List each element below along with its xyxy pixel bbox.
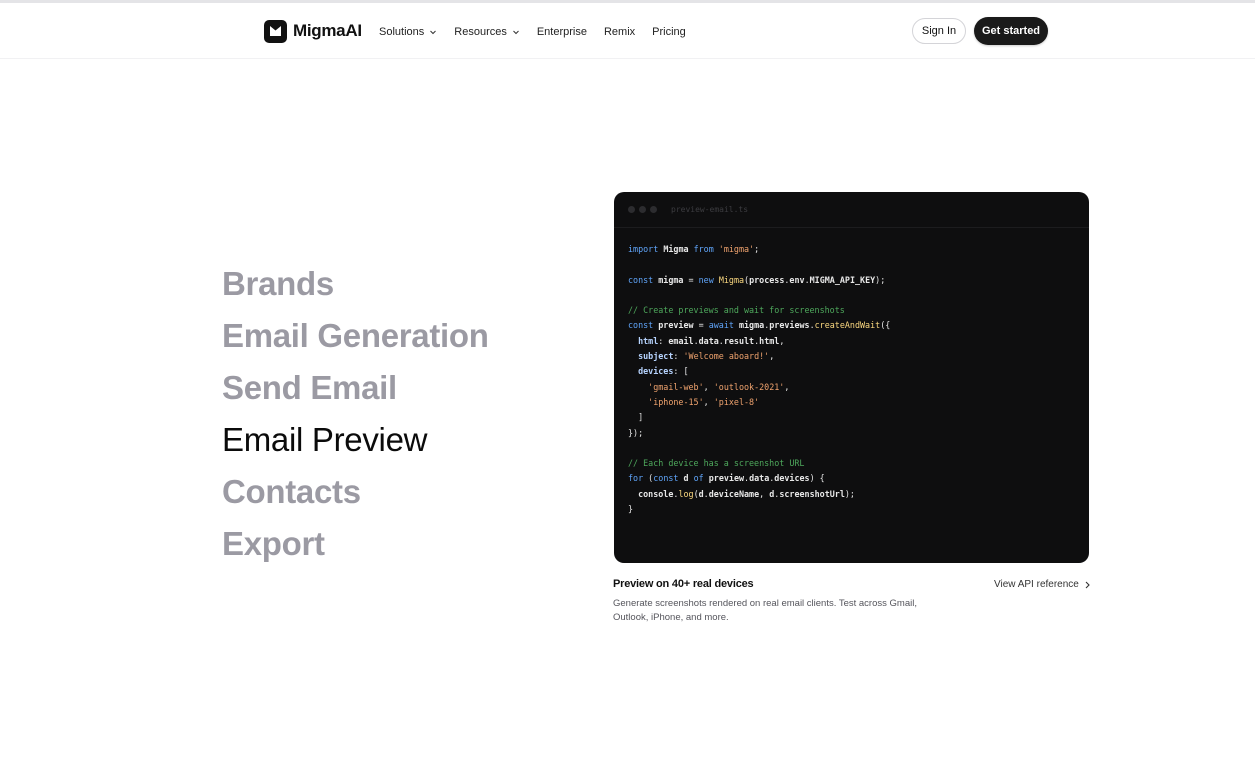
code-line: import Migma from 'migma'; bbox=[628, 244, 760, 254]
feature-email-generation[interactable]: Email Generation bbox=[222, 310, 489, 362]
feature-send-email[interactable]: Send Email bbox=[222, 362, 489, 414]
chevron-right-icon bbox=[1085, 581, 1090, 588]
view-api-reference-link[interactable]: View API reference bbox=[994, 579, 1091, 590]
feature-email-preview[interactable]: Email Preview bbox=[222, 414, 489, 466]
code-snippet: import Migma from 'migma'; const migma =… bbox=[614, 228, 1089, 517]
window-dot-icon bbox=[650, 206, 657, 213]
code-line: }); bbox=[628, 427, 644, 438]
code-line: subject: 'Welcome aboard!', bbox=[638, 351, 775, 362]
nav-solutions-label: Solutions bbox=[379, 26, 425, 38]
code-line: } bbox=[628, 504, 634, 515]
api-link-label: View API reference bbox=[994, 579, 1079, 590]
nav-enterprise[interactable]: Enterprise bbox=[537, 26, 587, 38]
window-dot-icon bbox=[639, 206, 646, 213]
chevron-down-icon bbox=[512, 30, 519, 35]
migma-logo-icon bbox=[264, 19, 287, 43]
code-line: 'iphone-15', 'pixel-8' bbox=[648, 396, 760, 407]
feature-contacts[interactable]: Contacts bbox=[222, 466, 489, 518]
brand-logo[interactable]: MigmaAI bbox=[264, 19, 362, 43]
nav-enterprise-label: Enterprise bbox=[536, 26, 587, 38]
site-header: MigmaAI Solutions Resources Enterprise R… bbox=[0, 3, 1255, 59]
code-line: 'gmail-web', 'outlook-2021', bbox=[648, 381, 790, 392]
feature-brands[interactable]: Brands bbox=[222, 258, 489, 310]
code-line: for (const d of preview.data.devices) { bbox=[628, 473, 825, 484]
brand-name: MigmaAI bbox=[293, 21, 362, 40]
nav-remix[interactable]: Remix bbox=[604, 26, 635, 38]
code-filename: preview-email.ts bbox=[671, 205, 749, 214]
feature-list: Brands Email Generation Send Email Email… bbox=[222, 258, 489, 570]
code-line: const migma = new Migma(process.env.MIGM… bbox=[628, 274, 886, 285]
nav-resources-label: Resources bbox=[454, 26, 507, 38]
code-line: html: email.data.result.html, bbox=[638, 335, 785, 346]
main-nav: Solutions Resources Enterprise Remix Pri… bbox=[379, 22, 686, 42]
code-line: // Each device has a screenshot URL bbox=[628, 458, 805, 469]
code-line: console.log(d.deviceName, d.screenshotUr… bbox=[638, 488, 855, 499]
get-started-button[interactable]: Get started bbox=[974, 17, 1048, 45]
code-line: const preview = await migma.previews.cre… bbox=[628, 320, 891, 331]
nav-pricing[interactable]: Pricing bbox=[652, 26, 686, 38]
chevron-down-icon bbox=[430, 30, 437, 35]
nav-solutions[interactable]: Solutions bbox=[379, 26, 437, 38]
code-window-titlebar: preview-email.ts bbox=[614, 192, 1089, 228]
window-dot-icon bbox=[628, 206, 635, 213]
caption-description: Generate screenshots rendered on real em… bbox=[613, 598, 917, 623]
nav-pricing-label: Pricing bbox=[652, 26, 686, 38]
code-window: preview-email.ts import Migma from 'migm… bbox=[614, 192, 1089, 563]
nav-resources[interactable]: Resources bbox=[454, 26, 520, 38]
code-line: devices: [ bbox=[638, 366, 689, 377]
caption-title: Preview on 40+ real devices bbox=[613, 578, 754, 590]
code-line: ] bbox=[628, 412, 644, 423]
sign-in-button[interactable]: Sign In bbox=[912, 18, 966, 44]
code-line: // Create previews and wait for screensh… bbox=[628, 305, 845, 316]
nav-remix-label: Remix bbox=[603, 26, 636, 38]
feature-export[interactable]: Export bbox=[222, 518, 489, 570]
